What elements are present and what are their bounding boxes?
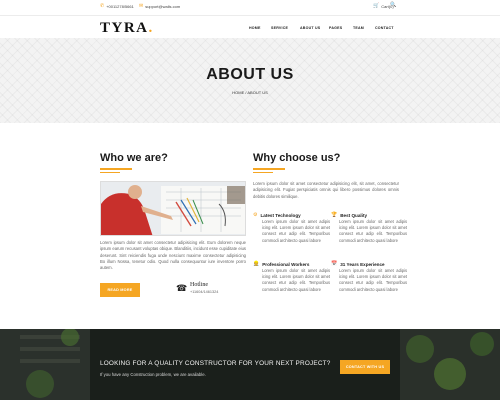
feature-text: Lorem ipsum dolor sit amet adipis icing … — [339, 219, 407, 243]
cart-icon: 🛒 — [373, 3, 380, 9]
hotline-label: Hotline — [190, 282, 208, 288]
topbar-email[interactable]: ✉ support@walls.com — [139, 3, 180, 9]
nav-service[interactable]: SERVICE — [271, 26, 288, 30]
search-icon[interactable]: 🔍 — [390, 2, 398, 10]
nav-home[interactable]: HOME — [249, 26, 261, 30]
read-more-button[interactable]: READ MORE — [100, 283, 140, 297]
nav-team[interactable]: TEAM — [353, 26, 364, 30]
top-bar — [0, 0, 500, 16]
brand-logo[interactable]: TYRA. — [100, 20, 154, 37]
envelope-icon: ✉ — [139, 3, 144, 9]
nav-about-us[interactable]: ABOUT US — [300, 26, 320, 30]
why-choose-us-heading: Why choose us? — [253, 152, 341, 164]
feature-text: Lorem ipsum dolor sit amet adipis icing … — [262, 268, 330, 292]
contact-with-us-button[interactable]: CONTACT WITH US — [340, 360, 390, 374]
feature-experience: 📅 31 Years Experience — [331, 261, 385, 267]
hotline-number[interactable]: +11604/1461324 — [190, 290, 218, 294]
page-title: ABOUT US — [206, 66, 294, 83]
feature-best-quality: 🏆 Best Quality — [331, 212, 368, 218]
cta-subtext: If you have any Construction problem, we… — [100, 372, 206, 377]
feature-latest-technology: ⚙ Latest Technology — [253, 212, 301, 218]
why-choose-us-text: Lorem ipsum dolor sit amet consectetur a… — [253, 181, 399, 199]
breadcrumb: HOME / ABOUT US — [0, 90, 500, 95]
feature-text: Lorem ipsum dolor sit amet adipis icing … — [262, 219, 330, 243]
feature-text: Lorem ipsum dolor sit amet adipis icing … — [339, 268, 407, 292]
heading-underline-short — [100, 172, 120, 173]
telephone-icon: ☎ — [176, 283, 188, 293]
nav-contact[interactable]: CONTACT — [375, 26, 394, 30]
team-photo — [100, 181, 246, 236]
heading-underline-short — [253, 172, 273, 173]
heading-underline — [253, 168, 285, 170]
heading-underline — [100, 168, 132, 170]
trophy-icon: 🏆 — [331, 212, 338, 218]
calendar-icon: 📅 — [331, 261, 338, 267]
who-we-are-heading: Who we are? — [100, 152, 168, 164]
cta-headline: LOOKING FOR A QUALITY CONSTRUCTOR FOR YO… — [100, 360, 331, 367]
who-we-are-text: Lorem ipsum dolor sit amet consectetur a… — [100, 240, 246, 271]
chip-icon: ⚙ — [253, 212, 258, 218]
feature-professional-workers: 👷 Professional Workers — [253, 261, 310, 267]
topbar-phone[interactable]: ✆ +0011278/5661 — [100, 3, 134, 9]
breadcrumb-current: ABOUT US — [247, 90, 268, 95]
nav-pages[interactable]: PAGES — [329, 26, 342, 30]
blueprint-image — [101, 182, 245, 235]
phone-icon: ✆ — [100, 3, 105, 9]
breadcrumb-home[interactable]: HOME — [232, 90, 244, 95]
worker-icon: 👷 — [253, 261, 260, 267]
